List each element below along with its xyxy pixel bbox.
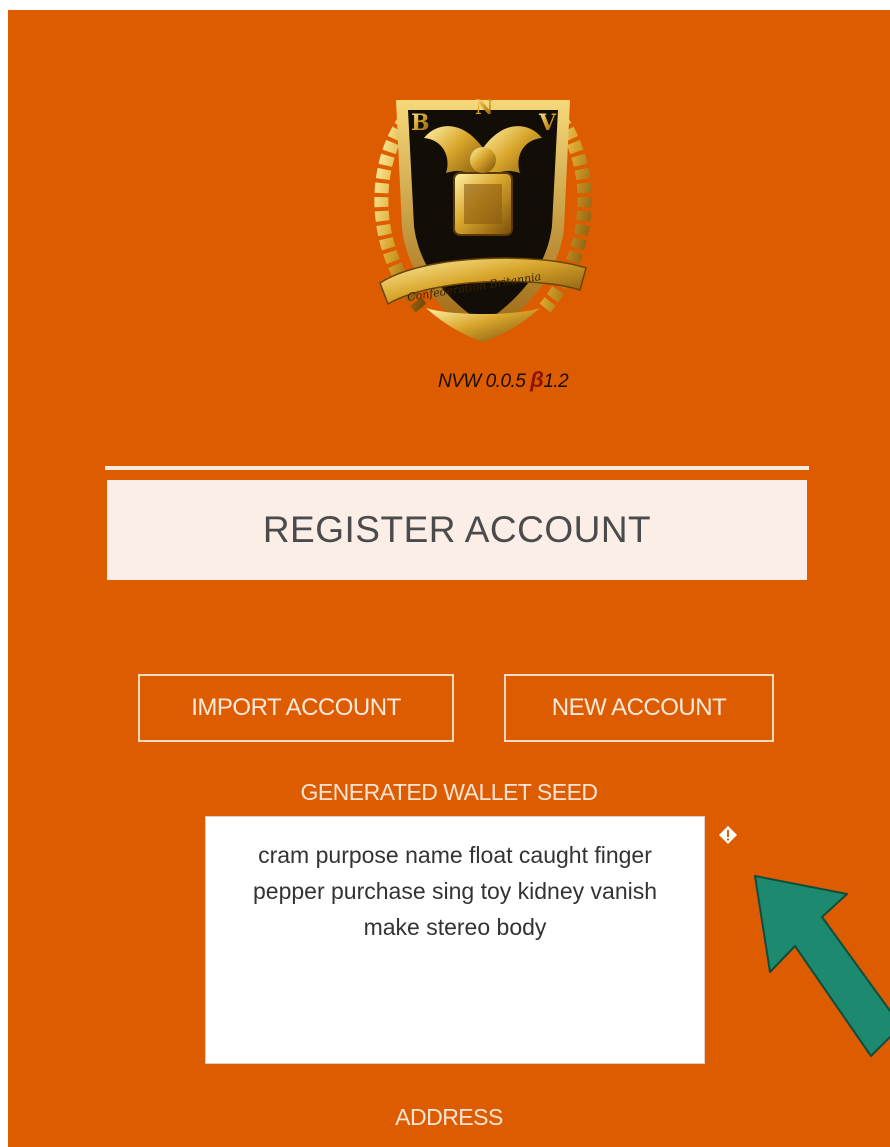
- register-account-screen: B N V Confederation Britannia NVW 0.0.5 …: [8, 10, 890, 1147]
- header-divider: [105, 466, 809, 470]
- import-account-button[interactable]: IMPORT ACCOUNT: [138, 674, 454, 742]
- address-label: ADDRESS: [395, 1104, 503, 1130]
- register-account-title: REGISTER ACCOUNT: [262, 509, 652, 550]
- generated-wallet-seed-label: GENERATED WALLET SEED: [300, 779, 598, 805]
- register-account-banner: REGISTER ACCOUNT: [107, 480, 807, 580]
- wallet-seed-textarea[interactable]: cram purpose name float caught finger pe…: [205, 816, 705, 1064]
- version-build: 1.2: [543, 371, 569, 392]
- arrow-up-left-icon: [754, 875, 890, 1057]
- info-diamond-icon[interactable]: [718, 825, 738, 845]
- svg-text:V: V: [538, 110, 557, 136]
- bnv-crest-logo: B N V Confederation Britannia: [374, 95, 592, 342]
- svg-text:B: B: [411, 110, 430, 136]
- new-account-button[interactable]: NEW ACCOUNT: [504, 674, 774, 742]
- app-version: NVW 0.0.5 β1.2: [438, 367, 569, 393]
- version-prefix: NVW 0.0.5: [438, 371, 531, 392]
- version-beta-symbol: β: [530, 367, 544, 392]
- svg-text:N: N: [475, 95, 493, 119]
